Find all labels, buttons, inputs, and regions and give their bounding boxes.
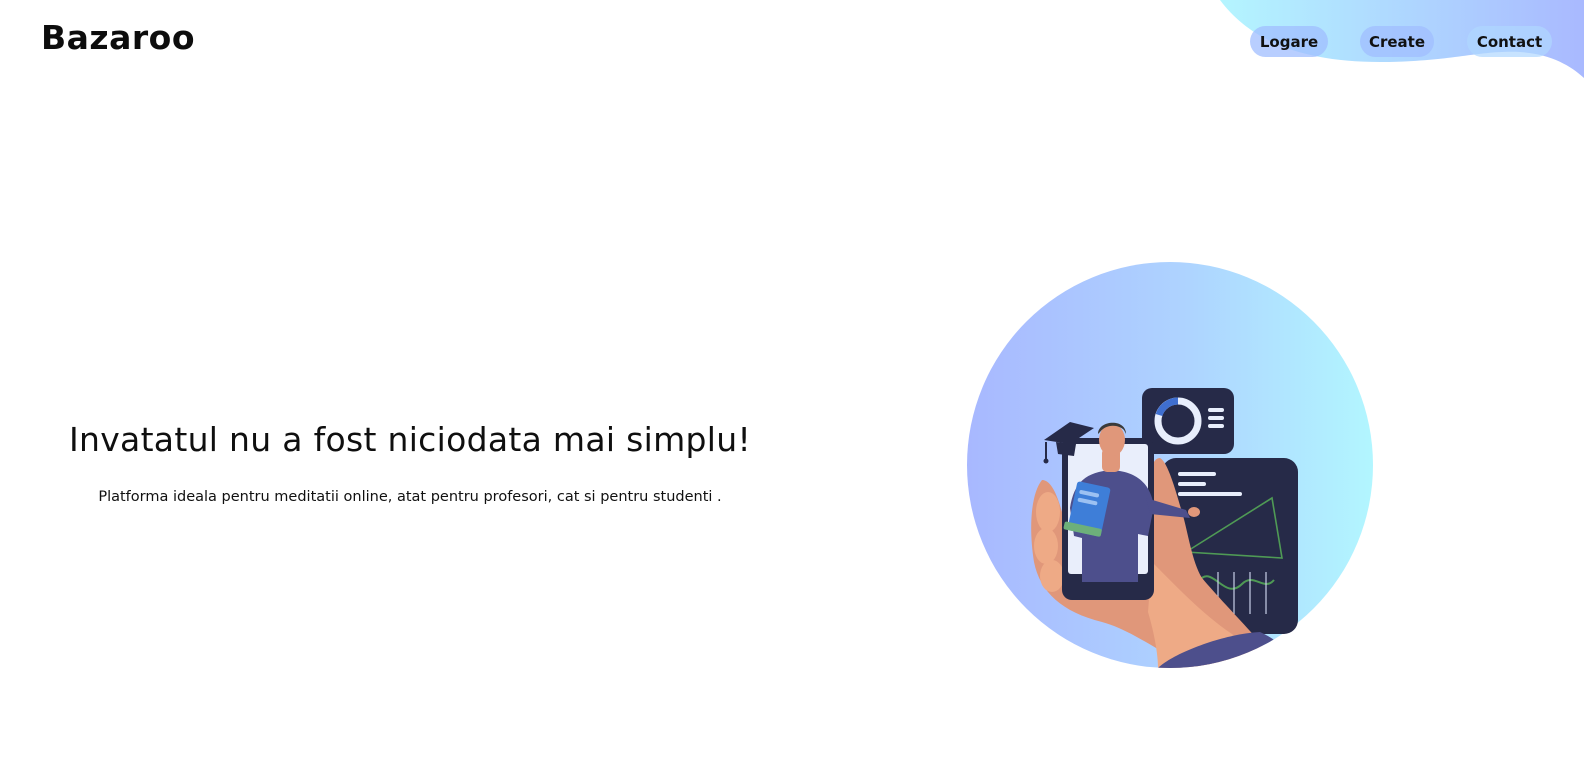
nav-create-button[interactable]: Create — [1360, 26, 1434, 57]
top-nav: Logare Create Contact — [0, 26, 1584, 58]
hero-title: Invatatul nu a fost niciodata mai simplu… — [68, 420, 752, 459]
hero-subtitle: Platforma ideala pentru meditatii online… — [98, 489, 722, 505]
landing-page: Bazaroo Logare Create Contact Invatatul … — [0, 0, 1584, 782]
nav-contact-button[interactable]: Contact — [1467, 26, 1552, 57]
online-teacher-phone-illustration — [967, 262, 1373, 668]
donut-chart-card — [1142, 388, 1234, 454]
nav-login-button[interactable]: Logare — [1250, 26, 1328, 57]
